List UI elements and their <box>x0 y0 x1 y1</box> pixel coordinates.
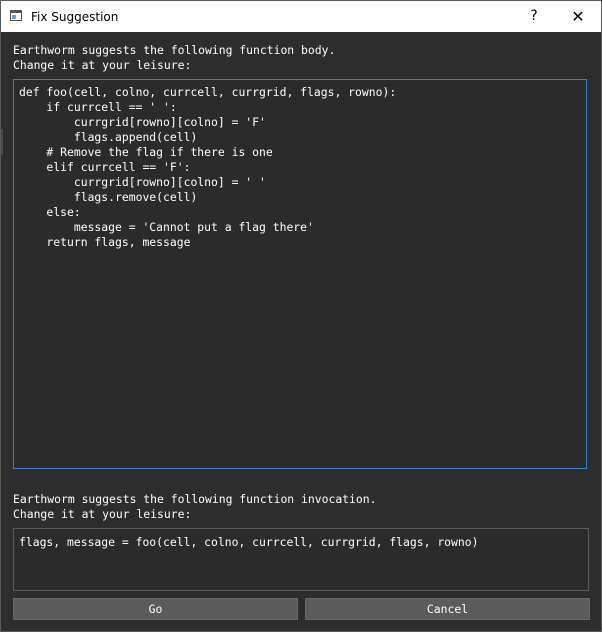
function-body-editor[interactable]: def foo(cell, colno, currcell, currgrid,… <box>13 79 587 469</box>
help-icon[interactable]: ? <box>512 1 556 32</box>
fix-suggestion-dialog: Fix Suggestion ? ✕ Earthworm suggests th… <box>0 0 602 632</box>
function-body-label: Earthworm suggests the following functio… <box>13 43 336 72</box>
title-bar[interactable]: Fix Suggestion ? ✕ <box>1 1 601 32</box>
window-title: Fix Suggestion <box>31 10 119 24</box>
cancel-button[interactable]: Cancel <box>305 598 590 620</box>
function-body-code[interactable]: def foo(cell, colno, currcell, currgrid,… <box>19 85 396 250</box>
function-invocation-label: Earthworm suggests the following functio… <box>13 492 377 521</box>
function-invocation-editor[interactable]: flags, message = foo(cell, colno, currce… <box>13 528 589 591</box>
function-invocation-code[interactable]: flags, message = foo(cell, colno, currce… <box>19 535 478 550</box>
go-button[interactable]: Go <box>13 598 298 620</box>
window-icon <box>10 10 22 21</box>
close-icon[interactable]: ✕ <box>556 1 600 32</box>
window-edge-marker <box>1 129 3 155</box>
